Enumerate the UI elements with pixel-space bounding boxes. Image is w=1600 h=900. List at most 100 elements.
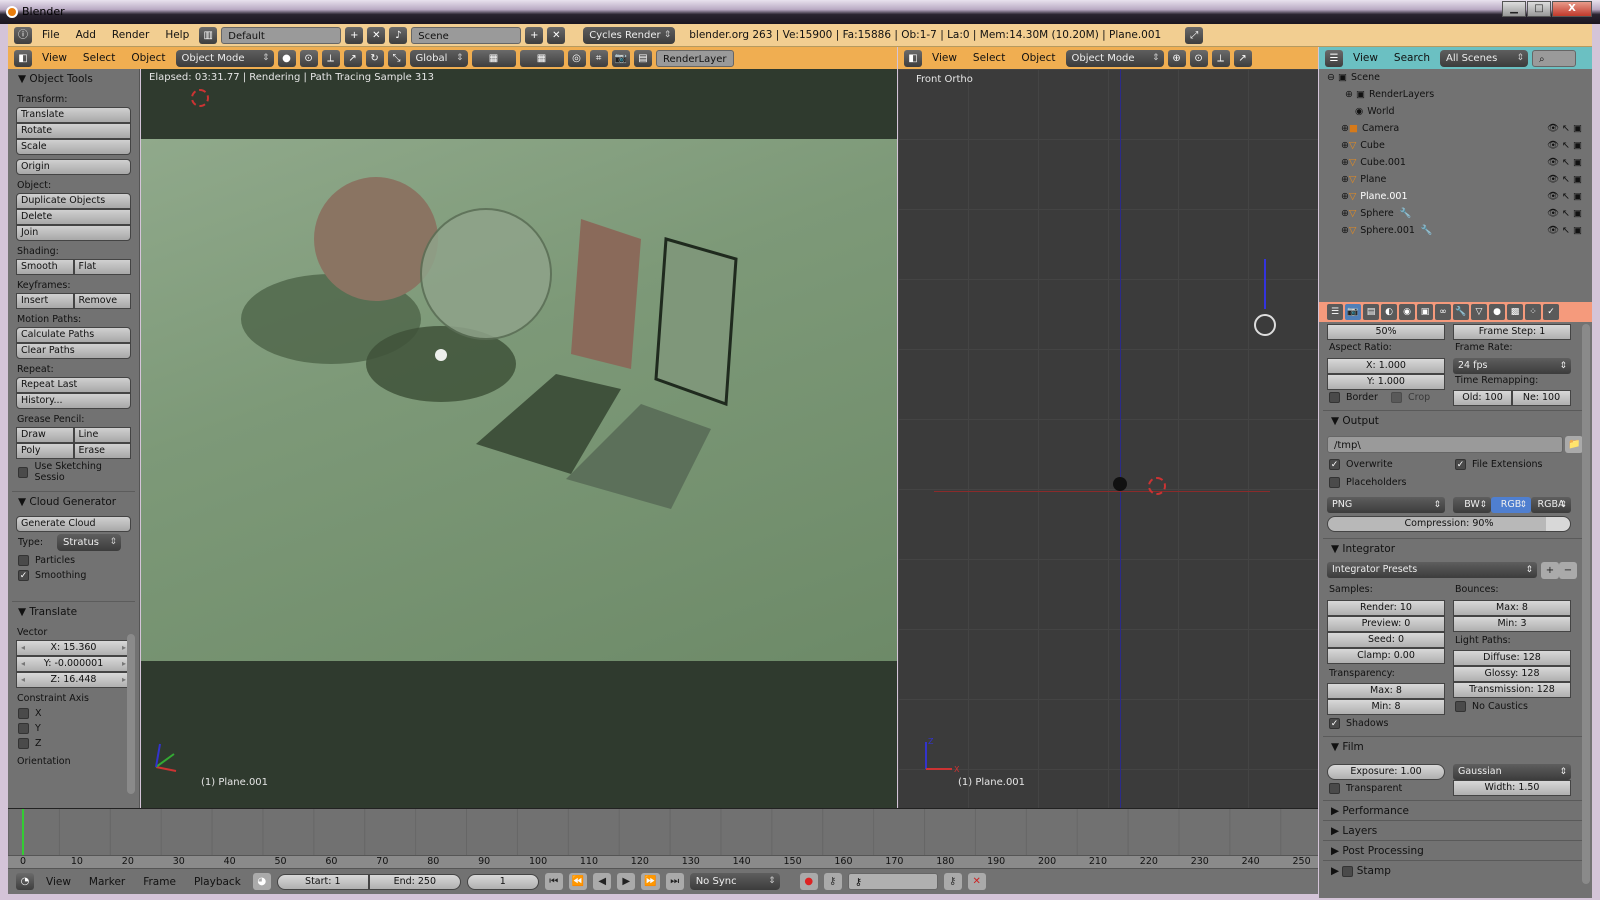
- outliner-search-input[interactable]: ⌕: [1532, 49, 1576, 67]
- translate-manip-icon[interactable]: ↗: [1233, 49, 1252, 67]
- delete-keyframe-icon[interactable]: ✕: [967, 873, 986, 890]
- physics-tab-icon[interactable]: ✓: [1543, 304, 1559, 320]
- material-tab-icon[interactable]: ●: [1489, 304, 1505, 320]
- erase-button[interactable]: Erase: [73, 443, 131, 459]
- visibility-icons[interactable]: 👁 ↖ ▣: [1547, 174, 1582, 185]
- folder-icon[interactable]: 📁: [1565, 436, 1584, 453]
- panel-layers[interactable]: ▶ Layers: [1323, 820, 1585, 841]
- color-rgba-button[interactable]: RGBA: [1531, 497, 1571, 513]
- sync-mode-select[interactable]: No Sync: [689, 873, 780, 890]
- manipulator-icon[interactable]: ⟂: [321, 49, 340, 67]
- keying-set-icon[interactable]: ⚷: [823, 873, 842, 890]
- outliner-item-plane[interactable]: ⊕ ▽ Plane 👁 ↖ ▣: [1319, 171, 1592, 188]
- flat-button[interactable]: Flat: [73, 259, 131, 275]
- line-button[interactable]: Line: [73, 427, 131, 443]
- fullscreen-toggle-icon[interactable]: ⤢: [1185, 26, 1204, 44]
- remove-preset-button[interactable]: −: [1559, 562, 1577, 579]
- seed-field[interactable]: Seed: 0: [1327, 632, 1445, 648]
- layers-icon[interactable]: ▦: [471, 49, 516, 67]
- minimize-button[interactable]: ▁: [1502, 1, 1526, 17]
- particles-checkbox[interactable]: Particles: [8, 553, 139, 568]
- render-layer-field[interactable]: RenderLayer: [655, 49, 734, 67]
- translate-manip-icon[interactable]: ↗: [343, 49, 362, 67]
- glossy-field[interactable]: Glossy: 128: [1453, 666, 1571, 682]
- join-button[interactable]: Join: [16, 225, 131, 241]
- menu-view[interactable]: View: [40, 876, 77, 888]
- add-scene-button[interactable]: +: [525, 26, 544, 44]
- no-caustics-checkbox[interactable]: No Caustics: [1445, 699, 1538, 714]
- history-button[interactable]: History...: [16, 393, 131, 409]
- aspect-y-field[interactable]: Y: 1.000: [1327, 374, 1445, 390]
- screen-layout-icon[interactable]: ▥: [199, 26, 218, 44]
- visibility-icons[interactable]: 👁 ↖ ▣: [1547, 157, 1582, 168]
- constraint-x-checkbox[interactable]: X: [8, 706, 139, 721]
- outliner-item-cube[interactable]: ⊕ ▽ Cube 👁 ↖ ▣: [1319, 137, 1592, 154]
- resolution-percent-field[interactable]: 50%: [1327, 324, 1445, 340]
- panel-performance[interactable]: ▶ Performance: [1323, 800, 1585, 821]
- object-origin[interactable]: [1113, 477, 1127, 491]
- menu-view[interactable]: View: [1347, 52, 1384, 64]
- menu-file[interactable]: File: [36, 29, 66, 41]
- output-path-input[interactable]: /tmp\: [1327, 436, 1563, 453]
- clear-paths-button[interactable]: Clear Paths: [16, 343, 131, 359]
- toolshelf-scrollbar[interactable]: [127, 634, 135, 794]
- color-rgb-button[interactable]: RGB: [1491, 497, 1531, 513]
- menu-playback[interactable]: Playback: [188, 876, 247, 888]
- proportional-edit-icon[interactable]: ◎: [567, 49, 586, 67]
- poly-button[interactable]: Poly: [16, 443, 74, 459]
- vector-y-field[interactable]: Y: -0.000001: [16, 656, 131, 672]
- render-engine-select[interactable]: Cycles Render: [583, 26, 676, 44]
- menu-frame[interactable]: Frame: [137, 876, 182, 888]
- object-tab-icon[interactable]: ▣: [1417, 304, 1433, 320]
- front-ortho-view[interactable]: Front Ortho ZX (1) Plane.001: [898, 69, 1318, 808]
- outliner-item-renderlayers[interactable]: ⊕ ▣ RenderLayers: [1319, 86, 1592, 103]
- outliner-item-camera[interactable]: ⊕ ■ Camera 👁 ↖ ▣: [1319, 120, 1592, 137]
- remap-old-field[interactable]: Old: 100: [1453, 390, 1512, 406]
- display-mode-select[interactable]: All Scenes: [1440, 49, 1528, 67]
- constraint-z-checkbox[interactable]: Z: [8, 736, 139, 751]
- calculate-paths-button[interactable]: Calculate Paths: [16, 327, 131, 343]
- menu-render[interactable]: Render: [106, 29, 155, 41]
- remove-scene-button[interactable]: ✕: [547, 26, 566, 44]
- jump-start-icon[interactable]: ⏮: [544, 873, 563, 890]
- overwrite-checkbox[interactable]: ✓ Overwrite: [1319, 457, 1403, 472]
- outliner-item-world[interactable]: ◉ World: [1319, 103, 1592, 120]
- constraint-y-checkbox[interactable]: Y: [8, 721, 139, 736]
- mode-select[interactable]: Object Mode: [1065, 49, 1164, 67]
- border-checkbox[interactable]: Border: [1319, 390, 1388, 405]
- play-icon[interactable]: ▶: [617, 873, 636, 890]
- preview-range-icon[interactable]: ◕: [252, 873, 271, 890]
- scale-manip-icon[interactable]: ⤡: [387, 49, 406, 67]
- properties-scrollbar[interactable]: [1582, 324, 1590, 884]
- visibility-icons[interactable]: 👁 ↖ ▣: [1547, 123, 1582, 134]
- panel-object-tools[interactable]: ▼ Object Tools: [8, 69, 139, 89]
- modifiers-tab-icon[interactable]: 🔧: [1453, 304, 1469, 320]
- sketching-checkbox[interactable]: Use Sketching Sessio: [8, 459, 139, 485]
- start-frame-field[interactable]: Start: 1: [276, 873, 369, 890]
- transparency-max-field[interactable]: Max: 8: [1327, 683, 1445, 699]
- editor-type-info-icon[interactable]: ⓘ: [14, 26, 32, 44]
- preview-samples-field[interactable]: Preview: 0: [1327, 616, 1445, 632]
- filter-width-field[interactable]: Width: 1.50: [1453, 780, 1571, 796]
- add-layout-button[interactable]: +: [345, 26, 364, 44]
- panel-post-processing[interactable]: ▶ Post Processing: [1323, 840, 1585, 861]
- panel-integrator[interactable]: ▼ Integrator: [1323, 538, 1585, 559]
- menu-object[interactable]: Object: [125, 52, 171, 64]
- pivot-icon[interactable]: ⊙: [1189, 49, 1208, 67]
- aspect-x-field[interactable]: X: 1.000: [1327, 358, 1445, 374]
- record-icon[interactable]: ●: [799, 873, 818, 890]
- panel-cloud-generator[interactable]: ▼ Cloud Generator: [8, 492, 139, 512]
- render-samples-field[interactable]: Render: 10: [1327, 600, 1445, 616]
- frame-step-field[interactable]: Frame Step: 1: [1453, 324, 1571, 340]
- outliner-item-sphere[interactable]: ⊕ ▽ Sphere 🔧 👁 ↖ ▣: [1319, 205, 1592, 222]
- menu-add[interactable]: Add: [70, 29, 102, 41]
- jump-keyframe-forward-icon[interactable]: ⏩: [641, 873, 660, 890]
- panel-output[interactable]: ▼ Output: [1323, 410, 1585, 431]
- panel-stamp[interactable]: ▶ Stamp: [1323, 860, 1585, 881]
- menu-select[interactable]: Select: [967, 52, 1011, 64]
- visibility-icons[interactable]: 👁 ↖ ▣: [1547, 208, 1582, 219]
- mode-select[interactable]: Object Mode: [175, 49, 274, 67]
- vector-x-field[interactable]: X: 15.360: [16, 640, 131, 656]
- file-format-select[interactable]: PNG: [1327, 497, 1445, 513]
- outliner-item-cube-001[interactable]: ⊕ ▽ Cube.001 👁 ↖ ▣: [1319, 154, 1592, 171]
